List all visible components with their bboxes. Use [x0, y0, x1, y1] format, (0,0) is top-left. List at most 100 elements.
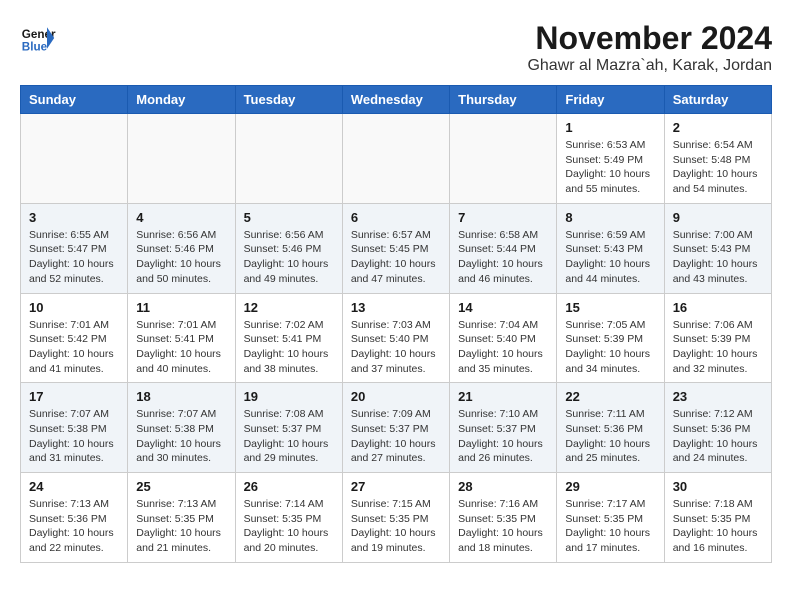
day-number: 12 [244, 300, 334, 315]
day-info: Sunrise: 7:04 AM Sunset: 5:40 PM Dayligh… [458, 318, 548, 377]
day-info: Sunrise: 7:06 AM Sunset: 5:39 PM Dayligh… [673, 318, 763, 377]
day-number: 8 [565, 210, 655, 225]
month-title: November 2024 [527, 20, 772, 57]
calendar-cell: 6 Sunrise: 6:57 AM Sunset: 5:45 PM Daylig… [342, 203, 449, 293]
calendar-row: 24Sunrise: 7:13 AM Sunset: 5:36 PM Dayli… [21, 473, 772, 563]
day-number: 24 [29, 479, 119, 494]
day-info: Sunrise: 6:58 AM Sunset: 5:44 PM Dayligh… [458, 228, 548, 287]
day-info: Sunrise: 7:10 AM Sunset: 5:37 PM Dayligh… [458, 407, 548, 466]
day-number: 21 [458, 389, 548, 404]
col-header-friday: Friday [557, 86, 664, 114]
day-info: Sunrise: 7:07 AM Sunset: 5:38 PM Dayligh… [136, 407, 226, 466]
calendar-cell: 14Sunrise: 7:04 AM Sunset: 5:40 PM Dayli… [450, 293, 557, 383]
calendar-cell: 25Sunrise: 7:13 AM Sunset: 5:35 PM Dayli… [128, 473, 235, 563]
day-number: 16 [673, 300, 763, 315]
day-info: Sunrise: 6:56 AM Sunset: 5:46 PM Dayligh… [136, 228, 226, 287]
day-info: Sunrise: 7:00 AM Sunset: 5:43 PM Dayligh… [673, 228, 763, 287]
day-number: 1 [565, 120, 655, 135]
day-info: Sunrise: 6:56 AM Sunset: 5:46 PM Dayligh… [244, 228, 334, 287]
calendar-cell: 19 Sunrise: 7:08 AM Sunset: 5:37 PM Dayli… [235, 383, 342, 473]
calendar-cell: 8 Sunrise: 6:59 AM Sunset: 5:43 PM Daylig… [557, 203, 664, 293]
day-number: 5 [244, 210, 334, 225]
calendar-cell: 10 Sunrise: 7:01 AM Sunset: 5:42 PM Dayli… [21, 293, 128, 383]
day-number: 4 [136, 210, 226, 225]
calendar-header-row: SundayMondayTuesdayWednesdayThursdayFrid… [21, 86, 772, 114]
col-header-wednesday: Wednesday [342, 86, 449, 114]
day-info: Sunrise: 6:54 AM Sunset: 5:48 PM Dayligh… [673, 138, 763, 197]
calendar-cell: 27Sunrise: 7:15 AM Sunset: 5:35 PM Dayli… [342, 473, 449, 563]
day-number: 26 [244, 479, 334, 494]
calendar-row: 3 Sunrise: 6:55 AM Sunset: 5:47 PM Daylig… [21, 203, 772, 293]
calendar-cell: 9Sunrise: 7:00 AM Sunset: 5:43 PM Daylig… [664, 203, 771, 293]
calendar-cell: 12 Sunrise: 7:02 AM Sunset: 5:41 PM Dayli… [235, 293, 342, 383]
day-number: 18 [136, 389, 226, 404]
calendar-cell [342, 114, 449, 204]
svg-text:Blue: Blue [22, 41, 48, 54]
day-number: 30 [673, 479, 763, 494]
day-info: Sunrise: 7:13 AM Sunset: 5:35 PM Dayligh… [136, 497, 226, 556]
calendar-table: SundayMondayTuesdayWednesdayThursdayFrid… [20, 85, 772, 563]
calendar-cell: 17Sunrise: 7:07 AM Sunset: 5:38 PM Dayli… [21, 383, 128, 473]
day-number: 29 [565, 479, 655, 494]
calendar-cell: 23 Sunrise: 7:12 AM Sunset: 5:36 PM Dayli… [664, 383, 771, 473]
calendar-cell: 5 Sunrise: 6:56 AM Sunset: 5:46 PM Daylig… [235, 203, 342, 293]
day-info: Sunrise: 6:59 AM Sunset: 5:43 PM Dayligh… [565, 228, 655, 287]
calendar-cell: 20 Sunrise: 7:09 AM Sunset: 5:37 PM Dayli… [342, 383, 449, 473]
calendar-cell: 22 Sunrise: 7:11 AM Sunset: 5:36 PM Dayli… [557, 383, 664, 473]
calendar-cell: 18 Sunrise: 7:07 AM Sunset: 5:38 PM Dayli… [128, 383, 235, 473]
calendar-cell [450, 114, 557, 204]
day-info: Sunrise: 7:01 AM Sunset: 5:42 PM Dayligh… [29, 318, 119, 377]
day-number: 11 [136, 300, 226, 315]
day-number: 13 [351, 300, 441, 315]
day-info: Sunrise: 7:15 AM Sunset: 5:35 PM Dayligh… [351, 497, 441, 556]
calendar-cell: 7Sunrise: 6:58 AM Sunset: 5:44 PM Daylig… [450, 203, 557, 293]
day-number: 15 [565, 300, 655, 315]
day-info: Sunrise: 7:18 AM Sunset: 5:35 PM Dayligh… [673, 497, 763, 556]
calendar-cell: 13 Sunrise: 7:03 AM Sunset: 5:40 PM Dayli… [342, 293, 449, 383]
calendar-cell: 30 Sunrise: 7:18 AM Sunset: 5:35 PM Dayli… [664, 473, 771, 563]
day-number: 28 [458, 479, 548, 494]
calendar-row: 1 Sunrise: 6:53 AM Sunset: 5:49 PM Daylig… [21, 114, 772, 204]
calendar-cell: 24Sunrise: 7:13 AM Sunset: 5:36 PM Dayli… [21, 473, 128, 563]
day-info: Sunrise: 7:07 AM Sunset: 5:38 PM Dayligh… [29, 407, 119, 466]
day-number: 3 [29, 210, 119, 225]
day-info: Sunrise: 6:53 AM Sunset: 5:49 PM Dayligh… [565, 138, 655, 197]
calendar-cell: 29 Sunrise: 7:17 AM Sunset: 5:35 PM Dayli… [557, 473, 664, 563]
calendar-cell: 21 Sunrise: 7:10 AM Sunset: 5:37 PM Dayli… [450, 383, 557, 473]
col-header-monday: Monday [128, 86, 235, 114]
day-number: 6 [351, 210, 441, 225]
day-info: Sunrise: 7:11 AM Sunset: 5:36 PM Dayligh… [565, 407, 655, 466]
calendar-cell [235, 114, 342, 204]
calendar-cell: 16 Sunrise: 7:06 AM Sunset: 5:39 PM Dayli… [664, 293, 771, 383]
title-block: November 2024 Ghawr al Mazra`ah, Karak, … [527, 20, 772, 75]
day-info: Sunrise: 6:57 AM Sunset: 5:45 PM Dayligh… [351, 228, 441, 287]
day-info: Sunrise: 7:08 AM Sunset: 5:37 PM Dayligh… [244, 407, 334, 466]
day-number: 10 [29, 300, 119, 315]
calendar-cell: 11 Sunrise: 7:01 AM Sunset: 5:41 PM Dayli… [128, 293, 235, 383]
day-info: Sunrise: 7:03 AM Sunset: 5:40 PM Dayligh… [351, 318, 441, 377]
calendar-cell: 15Sunrise: 7:05 AM Sunset: 5:39 PM Dayli… [557, 293, 664, 383]
day-number: 2 [673, 120, 763, 135]
day-info: Sunrise: 7:14 AM Sunset: 5:35 PM Dayligh… [244, 497, 334, 556]
page-header: General Blue November 2024 Ghawr al Mazr… [20, 20, 772, 75]
day-info: Sunrise: 6:55 AM Sunset: 5:47 PM Dayligh… [29, 228, 119, 287]
day-info: Sunrise: 7:09 AM Sunset: 5:37 PM Dayligh… [351, 407, 441, 466]
day-info: Sunrise: 7:01 AM Sunset: 5:41 PM Dayligh… [136, 318, 226, 377]
day-number: 19 [244, 389, 334, 404]
day-number: 22 [565, 389, 655, 404]
day-number: 23 [673, 389, 763, 404]
calendar-cell: 28Sunrise: 7:16 AM Sunset: 5:35 PM Dayli… [450, 473, 557, 563]
calendar-row: 10 Sunrise: 7:01 AM Sunset: 5:42 PM Dayli… [21, 293, 772, 383]
day-info: Sunrise: 7:02 AM Sunset: 5:41 PM Dayligh… [244, 318, 334, 377]
col-header-thursday: Thursday [450, 86, 557, 114]
col-header-tuesday: Tuesday [235, 86, 342, 114]
calendar-cell [21, 114, 128, 204]
day-info: Sunrise: 7:17 AM Sunset: 5:35 PM Dayligh… [565, 497, 655, 556]
day-number: 20 [351, 389, 441, 404]
logo-icon: General Blue [20, 20, 56, 56]
calendar-cell: 2 Sunrise: 6:54 AM Sunset: 5:48 PM Daylig… [664, 114, 771, 204]
calendar-cell: 26 Sunrise: 7:14 AM Sunset: 5:35 PM Dayli… [235, 473, 342, 563]
day-info: Sunrise: 7:12 AM Sunset: 5:36 PM Dayligh… [673, 407, 763, 466]
logo: General Blue [20, 20, 56, 56]
calendar-cell: 4 Sunrise: 6:56 AM Sunset: 5:46 PM Daylig… [128, 203, 235, 293]
